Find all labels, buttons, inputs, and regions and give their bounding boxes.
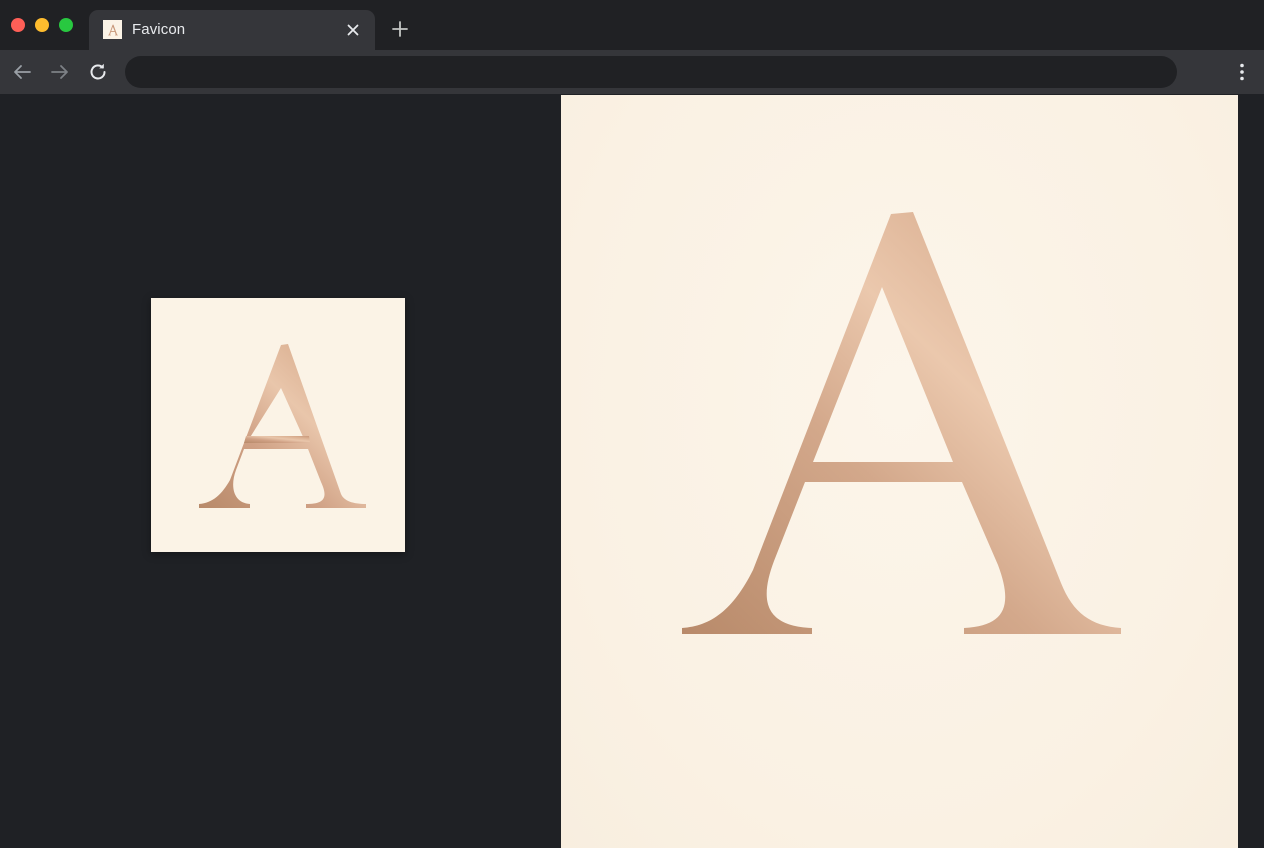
tab-favicon[interactable]: Favicon [89, 10, 375, 50]
favicon-preview-large [561, 95, 1238, 848]
back-arrow-icon[interactable] [10, 60, 34, 84]
window-maximize-button[interactable] [59, 18, 73, 32]
favicon-preview-small [151, 298, 405, 552]
window-close-button[interactable] [11, 18, 25, 32]
tab-title: Favicon [132, 21, 186, 38]
address-bar[interactable] [125, 56, 1177, 88]
browser-toolbar [0, 50, 1264, 94]
reload-icon[interactable] [86, 60, 110, 84]
letter-a-icon [103, 20, 122, 39]
forward-arrow-icon[interactable] [48, 60, 72, 84]
new-tab-plus-icon[interactable] [390, 19, 410, 39]
close-icon[interactable] [345, 22, 361, 38]
tab-strip: Favicon [0, 0, 1264, 50]
serif-letter-a-icon [682, 212, 1121, 634]
kebab-menu-icon[interactable] [1230, 60, 1254, 84]
serif-letter-a-icon [199, 344, 366, 508]
window-minimize-button[interactable] [35, 18, 49, 32]
page-viewport [0, 94, 1264, 848]
